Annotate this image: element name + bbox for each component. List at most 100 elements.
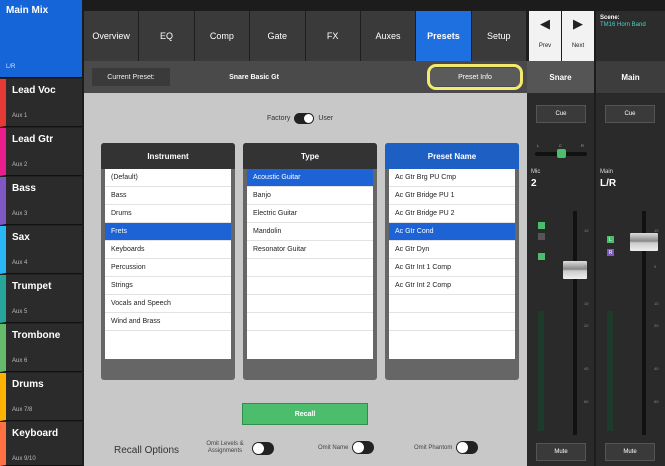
omit-phantom-option[interactable]: Omit Phantom xyxy=(414,441,479,454)
list-item[interactable]: Electric Guitar xyxy=(247,205,373,223)
mix-name: Bass xyxy=(12,183,36,194)
channel-type: Mic xyxy=(531,169,541,175)
list-item[interactable]: Ac Gtr Dyn xyxy=(389,241,515,259)
list-item[interactable]: Mandolin xyxy=(247,223,373,241)
tab-comp[interactable]: Comp xyxy=(194,11,251,61)
user-label: User xyxy=(318,114,334,122)
instrument-header: Instrument xyxy=(101,143,235,169)
omit-phantom-label: Omit Phantom xyxy=(414,444,453,451)
mix-item-lead-gtr[interactable]: Lead Gtr Aux 2 xyxy=(0,128,82,176)
channel-type: Main xyxy=(600,169,614,175)
mute-button[interactable]: Mute xyxy=(536,443,586,461)
type-list: Acoustic Guitar Banjo Electric Guitar Ma… xyxy=(247,169,373,359)
list-item[interactable]: Percussion xyxy=(105,259,231,277)
pan-center-label: C xyxy=(559,143,562,148)
scale-label: 10 xyxy=(654,301,659,306)
omit-levels-label: Omit Levels & Assignments xyxy=(206,441,244,454)
list-item-selected[interactable]: Frets xyxy=(105,223,231,241)
list-item-empty xyxy=(247,295,373,313)
mix-item-lead-voc[interactable]: Lead Voc Aux 1 xyxy=(0,79,82,127)
tab-overview[interactable]: Overview xyxy=(84,11,140,61)
list-item-selected[interactable]: Ac Gtr Cond xyxy=(389,223,515,241)
cue-button[interactable]: Cue xyxy=(536,105,586,123)
list-item-selected[interactable]: Acoustic Guitar xyxy=(247,169,373,187)
mix-sub: Aux 1 xyxy=(12,113,28,119)
list-item[interactable]: Resonator Guitar xyxy=(247,241,373,259)
scene-label: Scene: xyxy=(600,15,620,21)
omit-levels-switch[interactable] xyxy=(252,441,274,455)
tab-bar: Overview EQ Comp Gate FX Auxes Presets S… xyxy=(84,11,527,61)
channel-name: L/R xyxy=(600,178,617,189)
mix-name: Lead Gtr xyxy=(12,134,54,145)
list-item[interactable]: (Default) xyxy=(105,169,231,187)
tab-gate[interactable]: Gate xyxy=(250,11,306,61)
channel-number: 2 xyxy=(531,178,537,189)
list-item[interactable]: Drums xyxy=(105,205,231,223)
list-item[interactable]: Ac Gtr Bridge PU 2 xyxy=(389,205,515,223)
list-item[interactable]: Vocals and Speech xyxy=(105,295,231,313)
omit-name-label: Omit Name xyxy=(318,444,349,451)
mix-name: Trumpet xyxy=(12,281,52,292)
strip-title: Snare xyxy=(527,61,594,93)
mix-sub: Aux 5 xyxy=(12,309,28,315)
mute-button[interactable]: Mute xyxy=(605,443,655,461)
list-item[interactable]: Ac Gtr Int 1 Comp xyxy=(389,259,515,277)
next-button[interactable]: ▶ Next xyxy=(562,11,594,61)
right-led: R xyxy=(607,249,614,256)
tab-presets[interactable]: Presets xyxy=(416,11,472,61)
mix-item-drums[interactable]: Drums Aux 7/8 xyxy=(0,373,82,421)
prev-label: Prev xyxy=(538,43,552,49)
list-item[interactable]: Keyboards xyxy=(105,241,231,259)
factory-label: Factory xyxy=(267,114,291,122)
omit-levels-option[interactable]: Omit Levels & Assignments xyxy=(202,441,274,455)
source-switch[interactable] xyxy=(294,112,315,124)
list-item[interactable]: Ac Gtr Brg PU Cmp xyxy=(389,169,515,187)
tab-eq[interactable]: EQ xyxy=(139,11,195,61)
instrument-column: Instrument (Default) Bass Drums Frets Ke… xyxy=(101,143,235,380)
chevron-left-icon: ◀ xyxy=(540,16,550,31)
pan-right-label: R xyxy=(581,143,584,148)
list-item[interactable]: Ac Gtr Bridge PU 1 xyxy=(389,187,515,205)
scene-display[interactable]: Scene: TM16 Horn Band xyxy=(596,11,665,61)
tab-fx[interactable]: FX xyxy=(305,11,361,61)
fader-track xyxy=(573,211,577,435)
list-item[interactable]: Ac Gtr Int 2 Comp xyxy=(389,277,515,295)
scale-label: 0 xyxy=(584,264,587,269)
scale-label: 20 xyxy=(654,323,659,328)
mix-sub: Aux 4 xyxy=(12,260,28,266)
mix-item-main[interactable]: Main Mix L/R xyxy=(0,0,82,78)
factory-user-toggle[interactable]: Factory User xyxy=(267,111,333,125)
mix-name: Lead Voc xyxy=(12,85,56,96)
pan-knob[interactable] xyxy=(557,149,566,158)
mix-sub: Aux 9/10 xyxy=(12,456,36,462)
list-item[interactable]: Bass xyxy=(105,187,231,205)
cue-button[interactable]: Cue xyxy=(605,105,655,123)
pan-control[interactable]: L C R xyxy=(535,143,587,161)
type-column: Type Acoustic Guitar Banjo Electric Guit… xyxy=(243,143,377,380)
switch-knob xyxy=(457,442,469,453)
list-item[interactable]: Strings xyxy=(105,277,231,295)
pan-left-label: L xyxy=(537,143,540,148)
mix-item-trumpet[interactable]: Trumpet Aux 5 xyxy=(0,275,82,323)
mix-name: Main Mix xyxy=(6,5,49,16)
fader-handle[interactable] xyxy=(630,233,658,251)
scene-name: TM16 Horn Band xyxy=(600,22,646,28)
mix-sub: Aux 7/8 xyxy=(12,407,33,413)
preset-info-button[interactable]: Preset Info xyxy=(430,68,520,86)
omit-name-switch[interactable] xyxy=(352,441,375,454)
scale-label: 10 xyxy=(584,228,589,233)
prev-button[interactable]: ◀ Prev xyxy=(529,11,561,61)
omit-phantom-switch[interactable] xyxy=(456,441,479,454)
list-item[interactable]: Wind and Brass xyxy=(105,313,231,331)
omit-name-option[interactable]: Omit Name xyxy=(318,441,375,454)
recall-button[interactable]: Recall xyxy=(242,403,368,425)
mix-item-bass[interactable]: Bass Aux 3 xyxy=(0,177,82,225)
mix-item-keyboard[interactable]: Keyboard Aux 9/10 xyxy=(0,422,82,466)
scale-label: 10 xyxy=(654,228,659,233)
list-item[interactable]: Banjo xyxy=(247,187,373,205)
mix-item-trombone[interactable]: Trombone Aux 6 xyxy=(0,324,82,372)
tab-setup[interactable]: Setup xyxy=(471,11,527,61)
preset-name-column: Preset Name Ac Gtr Brg PU Cmp Ac Gtr Bri… xyxy=(385,143,519,380)
tab-auxes[interactable]: Auxes xyxy=(360,11,417,61)
mix-item-sax[interactable]: Sax Aux 4 xyxy=(0,226,82,274)
